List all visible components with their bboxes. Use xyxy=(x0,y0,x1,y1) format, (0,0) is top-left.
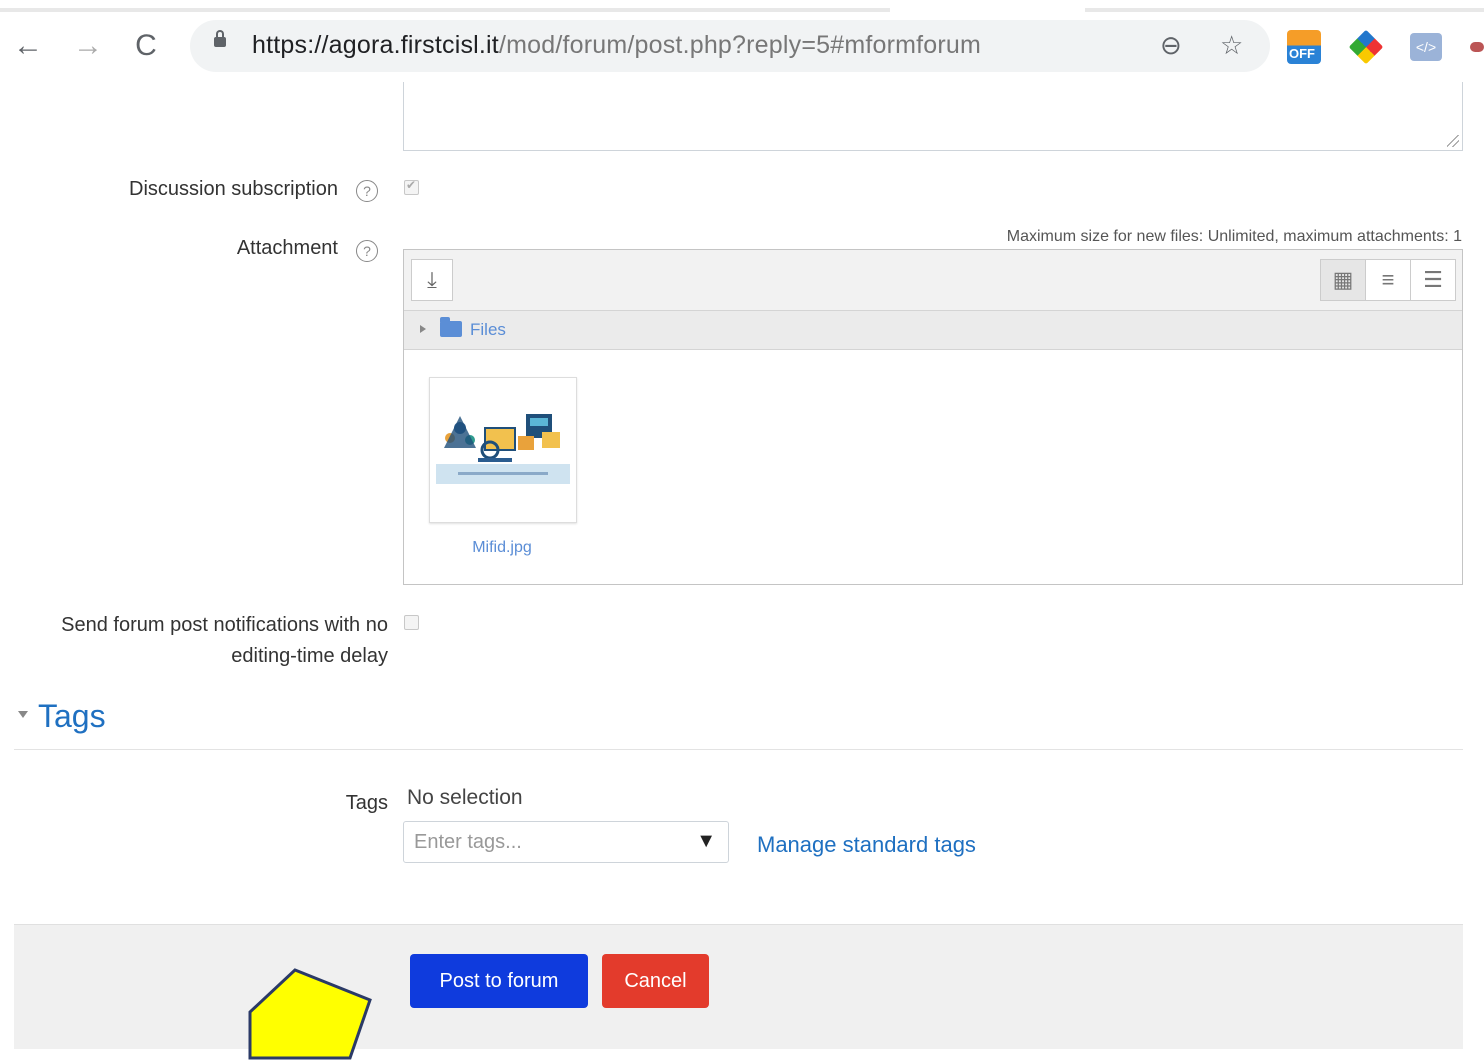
url-path: /mod/forum/post.php?reply=5#mformforum xyxy=(498,31,982,59)
color-picker-extension-icon[interactable] xyxy=(1348,29,1384,65)
list-icon: ≡ xyxy=(1381,267,1395,292)
download-tray-icon: ⤓ xyxy=(427,267,437,292)
tab-strip-edge xyxy=(1085,8,1484,12)
message-textarea[interactable] xyxy=(403,82,1463,151)
address-bar[interactable]: https://agora.firstcisl.it/mod/forum/pos… xyxy=(190,20,1270,72)
zoom-out-icon[interactable]: ⊖ xyxy=(1160,30,1182,61)
attachment-limits-text: Maximum size for new files: Unlimited, m… xyxy=(1006,228,1462,245)
help-icon[interactable]: ? xyxy=(356,180,378,202)
add-file-button[interactable]: ⤓ xyxy=(411,259,453,301)
tab-strip xyxy=(0,0,1484,12)
url-host: https://agora.firstcisl.it xyxy=(252,31,499,59)
url-text[interactable]: https://agora.firstcisl.it/mod/forum/pos… xyxy=(252,31,981,60)
section-divider xyxy=(14,749,1463,750)
code-extension-icon[interactable]: </> xyxy=(1410,33,1442,61)
view-mode-group: ▦ ≡ ☰ xyxy=(1320,259,1456,301)
files-folder-link[interactable]: Files xyxy=(470,320,506,340)
discussion-subscription-label: Discussion subscription xyxy=(129,178,338,200)
manage-standard-tags-link[interactable]: Manage standard tags xyxy=(757,832,976,858)
browser-toolbar: ← → C https://agora.firstcisl.it/mod/for… xyxy=(0,0,1484,82)
tree-icon: ☰ xyxy=(1423,267,1443,292)
star-icon[interactable]: ☆ xyxy=(1220,30,1243,61)
tags-autocomplete[interactable]: ▼ xyxy=(403,821,729,863)
tags-section-header[interactable]: Tags xyxy=(18,698,106,735)
tags-section-title: Tags xyxy=(38,698,106,734)
reload-button[interactable]: C xyxy=(126,26,166,66)
annotation-arrow-icon xyxy=(248,968,372,1060)
extension-off-icon[interactable]: OFF xyxy=(1287,30,1321,64)
resize-handle-icon[interactable] xyxy=(1447,135,1459,147)
forward-button[interactable]: → xyxy=(68,26,108,66)
tree-view-button[interactable]: ☰ xyxy=(1410,259,1456,301)
file-picker: ⤓ ▦ ≡ ☰ Files Mifid.jpg xyxy=(403,249,1463,585)
notify-no-delay-label: Send forum post notifications with no ed… xyxy=(10,610,388,672)
mifid-image xyxy=(436,414,570,484)
list-view-button[interactable]: ≡ xyxy=(1365,259,1411,301)
post-to-forum-button[interactable]: Post to forum xyxy=(410,954,588,1008)
attachment-label: Attachment xyxy=(236,237,338,259)
arrow-left-icon: ← xyxy=(13,29,43,62)
arrow-right-icon: → xyxy=(73,29,103,62)
icon-view-button[interactable]: ▦ xyxy=(1320,259,1366,301)
tags-field-label: Tags xyxy=(345,792,388,814)
reload-icon: C xyxy=(135,29,157,62)
tags-input[interactable] xyxy=(412,830,686,855)
file-picker-toolbar: ⤓ ▦ ≡ ☰ xyxy=(404,250,1462,311)
folder-icon xyxy=(440,317,462,337)
tab-strip-edge xyxy=(0,8,890,12)
notify-no-delay-label-line2: editing-time delay xyxy=(231,645,388,667)
cancel-button[interactable]: Cancel xyxy=(602,954,709,1008)
expand-arrow-icon[interactable] xyxy=(420,325,426,333)
help-icon[interactable]: ? xyxy=(356,240,378,262)
collapse-caret-icon xyxy=(18,711,28,719)
notify-no-delay-label-line1: Send forum post notifications with no xyxy=(61,614,388,636)
notify-no-delay-checkbox[interactable] xyxy=(404,615,419,630)
file-picker-path: Files xyxy=(404,311,1462,350)
file-thumbnail[interactable] xyxy=(429,377,577,523)
extension-badge: OFF xyxy=(1289,46,1315,61)
dropdown-arrow-icon[interactable]: ▼ xyxy=(696,830,716,853)
tags-selection-text: No selection xyxy=(407,786,523,809)
discussion-subscription-checkbox[interactable] xyxy=(404,178,419,195)
extension-icon[interactable] xyxy=(1470,42,1484,52)
file-name[interactable]: Mifid.jpg xyxy=(429,539,575,557)
lock-icon xyxy=(214,30,226,47)
back-button[interactable]: ← xyxy=(8,26,48,66)
grid-icon: ▦ xyxy=(1332,267,1354,292)
